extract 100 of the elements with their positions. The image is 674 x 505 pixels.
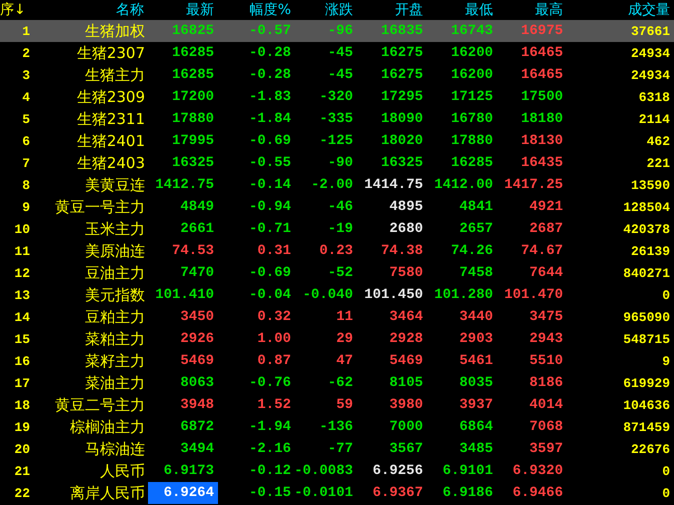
quote-value: 0.31	[257, 244, 291, 258]
quote-value: 6872	[180, 420, 214, 434]
contract-name: 离岸人民币	[69, 482, 146, 504]
quote-value: -46	[328, 200, 353, 214]
volume-cell-text: 26139	[630, 242, 671, 260]
quote-value: -136	[319, 420, 353, 434]
quote-value: 2928	[389, 332, 423, 346]
quote-value: 74.67	[520, 244, 563, 258]
quote-row[interactable]: 15 菜粕主力 2926 1.00 29 2928 2903 2943 548715	[0, 328, 674, 350]
quote-value: 101.410	[155, 288, 214, 302]
row-number: 21	[13, 462, 31, 480]
quote-value: 6864	[459, 420, 493, 434]
quote-value: 6.9101	[442, 464, 493, 478]
column-header[interactable]: 最新	[186, 1, 214, 19]
quote-row[interactable]: 9 黄豆一号主力 4849 -0.94 -46 4895 4841 4921 128504	[0, 196, 674, 218]
row-number: 4	[21, 88, 31, 106]
quote-value: 18090	[380, 112, 423, 126]
quote-row[interactable]: 7 生猪2403 16325 -0.55 -90 16325 16285 16435 221	[0, 152, 674, 174]
column-header[interactable]: 最高	[535, 1, 563, 19]
quote-value: 11	[336, 310, 353, 324]
quote-row[interactable]: 6 生猪2401 17995 -0.69 -125 18020 17880 18130 462	[0, 130, 674, 152]
quote-value: 74.26	[450, 244, 493, 258]
quote-value: 4014	[529, 398, 563, 412]
volume-cell-text: 965090	[622, 308, 671, 326]
quote-value: 101.280	[434, 288, 493, 302]
row-number: 17	[13, 374, 31, 392]
contract-name: 马棕油连	[84, 438, 146, 460]
column-header[interactable]: 序↓	[0, 1, 26, 19]
volume-cell-text: 221	[646, 154, 671, 172]
quote-row[interactable]: 2 生猪2307 16285 -0.28 -45 16275 16200 16465 24934	[0, 42, 674, 64]
quote-value: 101.470	[504, 288, 563, 302]
quote-row[interactable]: 14 豆粕主力 3450 0.32 11 3464 3440 3475 965090	[0, 306, 674, 328]
volume-cell-text: 548715	[622, 330, 671, 348]
quote-value: 0.87	[257, 354, 291, 368]
quote-row[interactable]: 4 生猪2309 17200 -1.83 -320 17295 17125 17500 6318	[0, 86, 674, 108]
quote-value: -335	[319, 112, 353, 126]
quote-value: 5469	[389, 354, 423, 368]
quote-row[interactable]: 19 棕榈油主力 6872 -1.94 -136 7000 6864 7068 871459	[0, 416, 674, 438]
row-number: 7	[21, 154, 31, 172]
quote-value: -45	[328, 46, 353, 60]
quote-value: 1417.25	[504, 178, 563, 192]
row-number: 20	[13, 440, 31, 458]
volume-cell-text: 128504	[622, 198, 671, 216]
quote-value: 16325	[380, 156, 423, 170]
quote-value: 3450	[180, 310, 214, 324]
volume-cell-text: 462	[646, 132, 671, 150]
quote-value: -1.83	[248, 90, 291, 104]
quote-value: 3597	[529, 442, 563, 456]
quote-row[interactable]: 13 美元指数 101.410 -0.04 -0.040 101.450 101.280 101.470 0	[0, 284, 674, 306]
quote-value: -62	[328, 376, 353, 390]
row-number: 22	[13, 484, 31, 502]
contract-name: 玉米主力	[84, 218, 146, 240]
quote-value: -0.0083	[294, 464, 353, 478]
column-header[interactable]: 成交量	[628, 1, 670, 19]
column-header[interactable]: 最低	[465, 1, 493, 19]
quote-value: 16200	[450, 46, 493, 60]
quote-row[interactable]: 22 离岸人民币 6.9264 -0.15 -0.0101 6.9367 6.9186 6.9466 0	[0, 482, 674, 504]
quote-value: 17880	[450, 134, 493, 148]
quote-value: -0.04	[248, 288, 291, 302]
quote-value: -0.15	[248, 486, 291, 500]
column-header[interactable]: 幅度%	[250, 1, 291, 19]
quote-row[interactable]: 20 马棕油连 3494 -2.16 -77 3567 3485 3597 22676	[0, 438, 674, 460]
column-header[interactable]: 名称	[116, 1, 144, 19]
quote-row[interactable]: 12 豆油主力 7470 -0.69 -52 7580 7458 7644 840271	[0, 262, 674, 284]
quote-row[interactable]: 1 生猪加权 16825 -0.57 -96 16835 16743 16975 37661	[0, 20, 674, 42]
quote-row[interactable]: 10 玉米主力 2661 -0.71 -19 2680 2657 2687 420378	[0, 218, 674, 240]
cursor-cell[interactable]: 6.9264	[148, 482, 218, 504]
volume-cell-text: 840271	[622, 264, 671, 282]
quote-value: 16435	[520, 156, 563, 170]
quote-value: -125	[319, 134, 353, 148]
contract-name: 美元指数	[84, 284, 146, 306]
quote-row[interactable]: 8 美黄豆连 1412.75 -0.14 -2.00 1414.75 1412.00 1417.25 13590	[0, 174, 674, 196]
quote-value: 59	[336, 398, 353, 412]
quote-value: 5461	[459, 354, 493, 368]
quote-value: 29	[336, 332, 353, 346]
quote-row[interactable]: 3 生猪主力 16285 -0.28 -45 16275 16200 16465 24934	[0, 64, 674, 86]
quote-row[interactable]: 18 黄豆二号主力 3948 1.52 59 3980 3937 4014 104636	[0, 394, 674, 416]
quote-value: 7644	[529, 266, 563, 280]
quote-value: 17125	[450, 90, 493, 104]
quote-value: 74.53	[172, 244, 214, 258]
quote-value: 1414.75	[364, 178, 423, 192]
quote-value: 4841	[459, 200, 493, 214]
quote-value: 16285	[172, 46, 214, 60]
quote-row[interactable]: 21 人民币 6.9173 -0.12 -0.0083 6.9256 6.9101 6.9320 0	[0, 460, 674, 482]
quote-value: -2.00	[310, 178, 353, 192]
contract-name: 菜籽主力	[84, 350, 146, 372]
quote-value: -1.94	[248, 420, 291, 434]
volume-cell-text: 37661	[630, 22, 671, 40]
quote-value: -19	[328, 222, 353, 236]
quote-row[interactable]: 16 菜籽主力 5469 0.87 47 5469 5461 5510 9	[0, 350, 674, 372]
quote-value: 17500	[520, 90, 563, 104]
quote-row[interactable]: 17 菜油主力 8063 -0.76 -62 8105 8035 8186 619929	[0, 372, 674, 394]
quote-value: -0.76	[248, 376, 291, 390]
row-number: 15	[13, 330, 31, 348]
row-number: 5	[21, 110, 31, 128]
quote-row[interactable]: 5 生猪2311 17880 -1.84 -335 18090 16780 18180 2114	[0, 108, 674, 130]
column-header[interactable]: 涨跌	[325, 1, 353, 19]
column-header[interactable]: 开盘	[395, 1, 423, 19]
volume-cell-text: 24934	[630, 44, 671, 62]
quote-row[interactable]: 11 美原油连 74.53 0.31 0.23 74.38 74.26 74.67 26139	[0, 240, 674, 262]
